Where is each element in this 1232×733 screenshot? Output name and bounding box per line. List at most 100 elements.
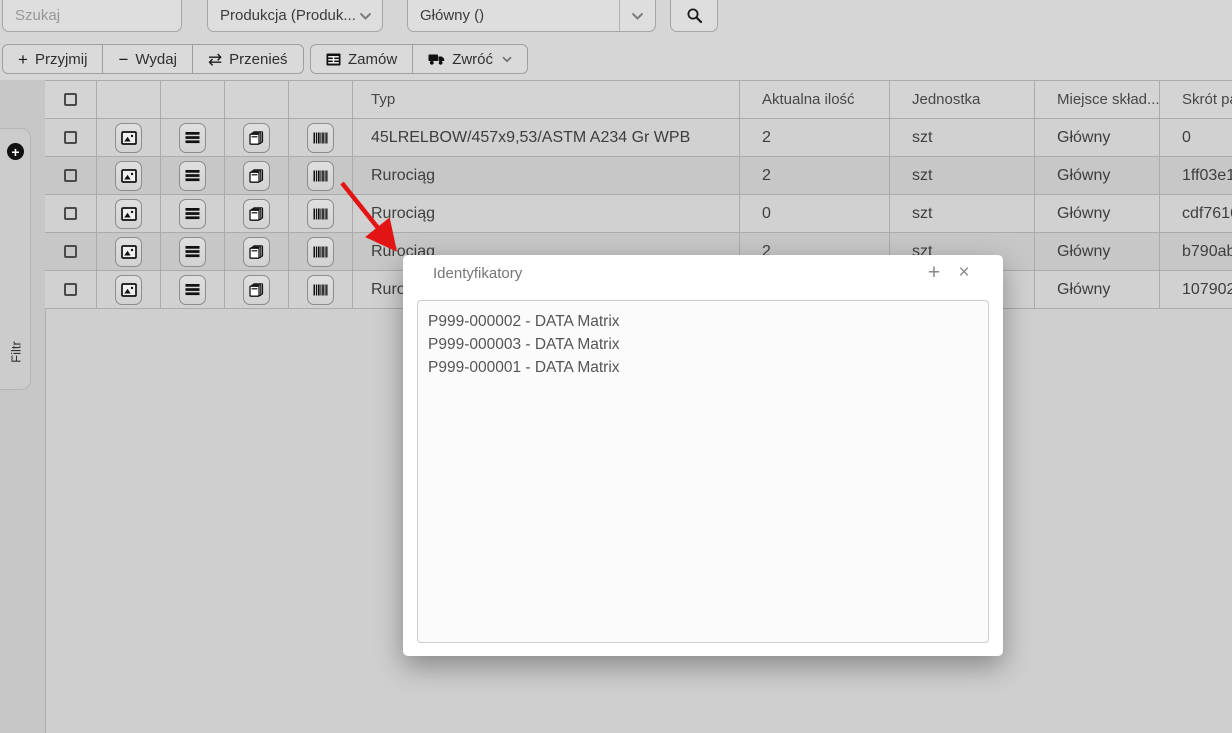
order-button[interactable]: Zamów [310, 44, 413, 74]
close-icon: × [958, 262, 969, 284]
drawer-expand-button[interactable]: + [7, 143, 24, 160]
row-copy-button[interactable] [243, 199, 270, 229]
toolbar-group-primary: + Przyjmij − Wydaj ⇄ Przenieś [2, 44, 304, 74]
return-button[interactable]: Zwróć [412, 44, 528, 74]
cell-quantity: 0 [740, 195, 890, 232]
row-checkbox[interactable] [64, 207, 77, 220]
row-copy-button[interactable] [243, 275, 270, 305]
warehouse-dropdown[interactable]: Główny () [407, 0, 656, 32]
warehouse-dropdown-value: Główny () [420, 7, 484, 24]
table-row[interactable]: Rurociąg 2 szt Główny 1ff03e1 [45, 157, 1232, 195]
column-header-shortcut[interactable]: Skrót par [1160, 81, 1232, 118]
order-button-label: Zamów [348, 51, 397, 68]
search-input[interactable] [15, 7, 169, 24]
row-details-button[interactable] [179, 161, 206, 191]
row-photo-button[interactable] [115, 199, 142, 229]
row-checkbox[interactable] [64, 131, 77, 144]
photo-icon [121, 169, 137, 183]
column-header-quantity[interactable]: Aktualna ilość [740, 81, 890, 118]
transfer-arrows-icon: ⇄ [208, 51, 222, 68]
table-header-row: Typ Aktualna ilość Jednostka Miejsce skł… [45, 81, 1232, 119]
column-header-typ[interactable]: Typ [353, 81, 740, 118]
department-dropdown[interactable]: Produkcja (Produk... [207, 0, 383, 32]
identifier-item[interactable]: P999-000003 - DATA Matrix [428, 333, 978, 356]
receive-button[interactable]: + Przyjmij [2, 44, 103, 74]
cell-quantity: 2 [740, 157, 890, 194]
barcode-icon [313, 132, 328, 144]
row-copy-button[interactable] [243, 123, 270, 153]
move-button-label: Przenieś [229, 51, 287, 68]
plus-circle-icon: + [11, 145, 19, 159]
warehouse-dropdown-caret[interactable] [619, 0, 655, 31]
header-photo-col [97, 81, 161, 118]
issue-button-label: Wydaj [135, 51, 177, 68]
photo-icon [121, 245, 137, 259]
row-barcode-button[interactable] [307, 161, 334, 191]
copy-stack-icon [249, 131, 264, 145]
truck-icon [428, 53, 445, 66]
row-details-button[interactable] [179, 123, 206, 153]
row-barcode-button[interactable] [307, 199, 334, 229]
barcode-icon [313, 246, 328, 258]
row-details-button[interactable] [179, 237, 206, 267]
toolbar-group-secondary: Zamów Zwróć [310, 44, 528, 74]
cell-shortcut: 0 [1160, 119, 1232, 156]
select-all-checkbox[interactable] [64, 93, 77, 106]
cell-unit: szt [890, 157, 1035, 194]
receive-button-label: Przyjmij [35, 51, 88, 68]
table-row[interactable]: Rurociąg 0 szt Główny cdf7616 [45, 195, 1232, 233]
filter-drawer-handle[interactable]: + Filtr [0, 128, 31, 390]
search-button[interactable] [670, 0, 718, 32]
department-dropdown-value: Produkcja (Produk... [220, 7, 356, 24]
barcode-icon [313, 284, 328, 296]
row-copy-button[interactable] [243, 237, 270, 267]
row-photo-button[interactable] [115, 237, 142, 267]
identifier-item[interactable]: P999-000001 - DATA Matrix [428, 356, 978, 379]
row-checkbox[interactable] [64, 245, 77, 258]
minus-icon: − [118, 51, 128, 68]
dialog-add-button[interactable]: + [921, 258, 947, 288]
row-details-button[interactable] [179, 275, 206, 305]
table-row[interactable]: 45LRELBOW/457x9,53/ASTM A234 Gr WPB 2 sz… [45, 119, 1232, 157]
details-list-icon [185, 207, 200, 220]
identifiers-dialog: Identyfikatory + × P999-000002 - DATA Ma… [403, 255, 1003, 656]
copy-stack-icon [249, 245, 264, 259]
dialog-close-button[interactable]: × [951, 258, 977, 288]
cell-typ: Rurociąg [353, 157, 740, 194]
row-barcode-button[interactable] [307, 275, 334, 305]
row-photo-button[interactable] [115, 161, 142, 191]
identifier-item[interactable]: P999-000002 - DATA Matrix [428, 310, 978, 333]
cell-location: Główny [1035, 119, 1160, 156]
filter-drawer-label[interactable]: Filtr [9, 337, 23, 368]
details-list-icon [185, 283, 200, 296]
cell-shortcut: b790ab [1160, 233, 1232, 270]
details-list-icon [185, 245, 200, 258]
chevron-down-icon [502, 56, 512, 63]
row-photo-button[interactable] [115, 123, 142, 153]
move-button[interactable]: ⇄ Przenieś [192, 44, 304, 74]
plus-icon: + [928, 261, 940, 285]
issue-button[interactable]: − Wydaj [102, 44, 192, 74]
row-barcode-button[interactable] [307, 237, 334, 267]
row-details-button[interactable] [179, 199, 206, 229]
row-photo-button[interactable] [115, 275, 142, 305]
row-barcode-button[interactable] [307, 123, 334, 153]
row-checkbox[interactable] [64, 169, 77, 182]
row-copy-button[interactable] [243, 161, 270, 191]
cell-quantity: 2 [740, 119, 890, 156]
cell-location: Główny [1035, 157, 1160, 194]
column-header-location[interactable]: Miejsce skład... [1035, 81, 1160, 118]
table-icon [326, 53, 341, 66]
photo-icon [121, 207, 137, 221]
cell-location: Główny [1035, 233, 1160, 270]
copy-stack-icon [249, 169, 264, 183]
chevron-down-icon [359, 12, 372, 20]
identifiers-list: P999-000002 - DATA Matrix P999-000003 - … [417, 300, 989, 643]
cell-typ: 45LRELBOW/457x9,53/ASTM A234 Gr WPB [353, 119, 740, 156]
column-header-unit[interactable]: Jednostka [890, 81, 1035, 118]
magnifier-icon [686, 7, 703, 24]
cell-typ: Rurociąg [353, 195, 740, 232]
barcode-icon [313, 208, 328, 220]
cell-unit: szt [890, 119, 1035, 156]
row-checkbox[interactable] [64, 283, 77, 296]
